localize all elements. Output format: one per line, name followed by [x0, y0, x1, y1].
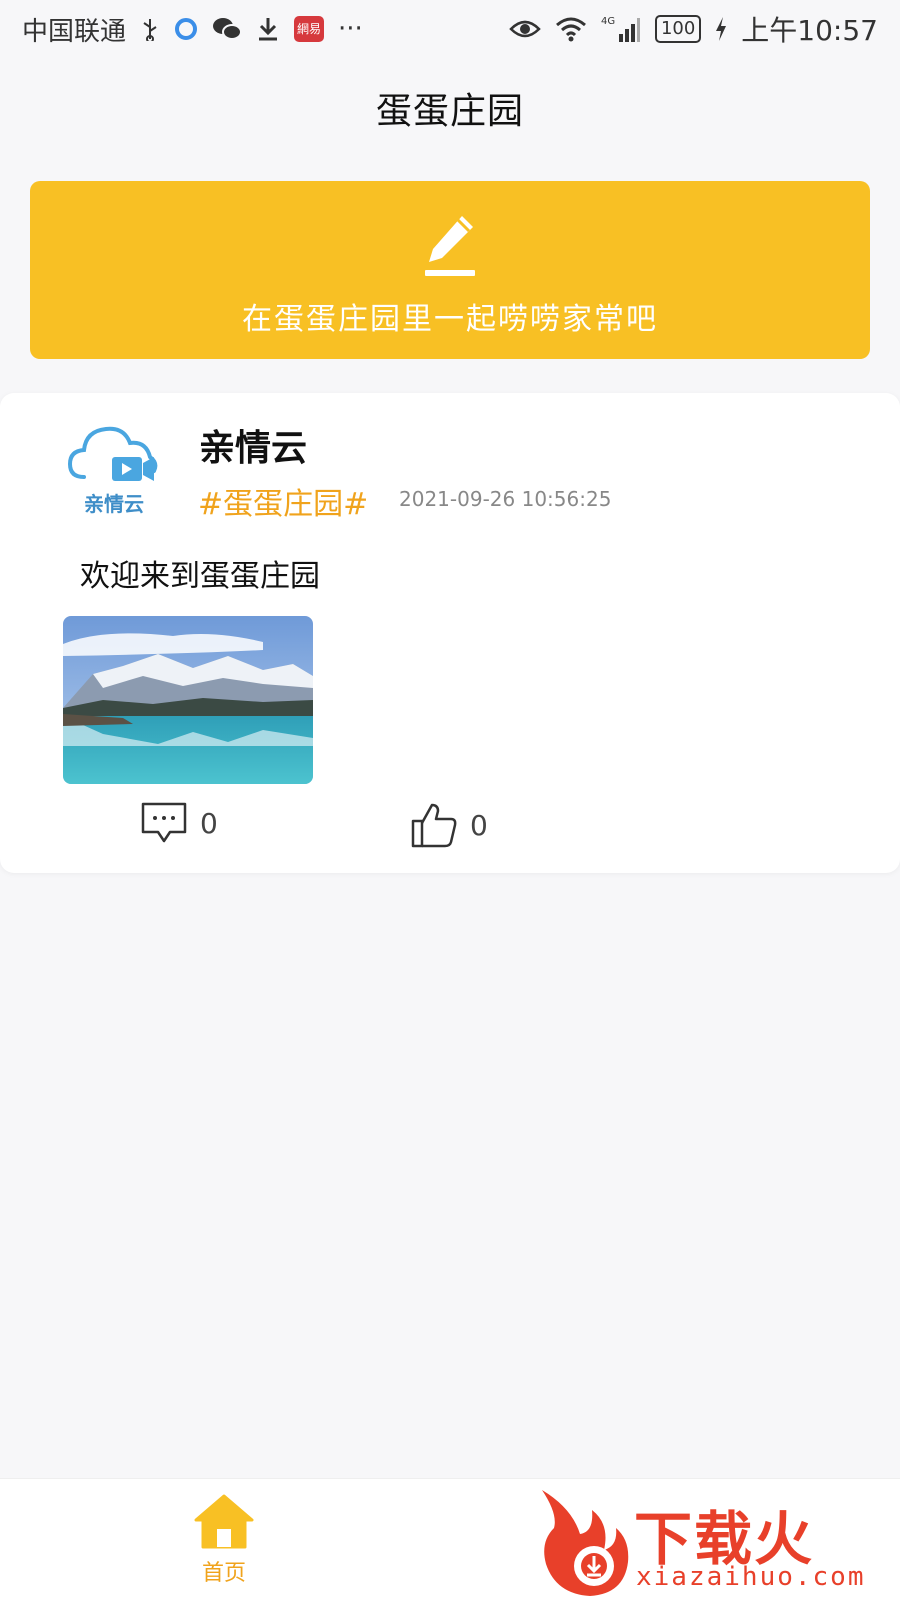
flame-logo-icon [542, 1490, 629, 1596]
author-name[interactable]: 亲情云 [199, 419, 307, 471]
netease-app-icon: 網易 [294, 16, 325, 42]
wifi-icon [555, 16, 587, 42]
page-title: 蛋蛋庄园 [375, 91, 524, 132]
tab-home[interactable]: 首页 [188, 1493, 260, 1587]
charging-icon [715, 17, 727, 41]
status-left: 中国联通 網易 ··· [22, 11, 363, 48]
compose-post-button[interactable]: 在蛋蛋庄园里一起唠唠家常吧 [30, 181, 870, 359]
wechat-icon [212, 16, 243, 42]
usb-icon [140, 17, 160, 41]
post-card[interactable]: 亲情云 亲情云 #蛋蛋庄园# 2021-09-26 10:56:25 欢迎来到蛋… [0, 393, 900, 873]
topic-tag[interactable]: #蛋蛋庄园# [198, 479, 368, 523]
like-button[interactable]: 0 [410, 801, 488, 849]
comment-count: 0 [200, 806, 218, 840]
thumbs-up-icon [411, 803, 457, 848]
carrier-label: 中国联通 [22, 16, 127, 47]
status-right: 4G 100 上午10:57 [509, 9, 878, 49]
comment-icon [141, 802, 187, 843]
more-notifications-icon: ··· [338, 14, 363, 44]
tab-home-label: 首页 [201, 1561, 246, 1586]
nav-bar: 蛋蛋庄园 [0, 58, 900, 158]
post-image[interactable] [63, 616, 313, 784]
pencil-icon [425, 216, 475, 276]
post-content: 欢迎来到蛋蛋庄园 [80, 559, 320, 594]
watermark-url: xiazaihuo.com [636, 1562, 866, 1592]
avatar-logo-text: 亲情云 [84, 492, 144, 516]
battery-level: 100 [660, 18, 696, 39]
like-count: 0 [470, 808, 488, 842]
status-bar: 中国联通 網易 ··· 4G 100 上午10:57 [0, 0, 900, 58]
eye-icon [509, 18, 541, 40]
network-type-label: 4G [601, 16, 615, 27]
download-icon [256, 16, 280, 42]
app-screen: 中国联通 網易 ··· 4G 100 上午10:57 蛋蛋庄园 在蛋蛋庄园里一起… [0, 0, 900, 1600]
signal-icon: 4G [601, 14, 641, 44]
watermark: 下载火 xiazaihuo.com [532, 1484, 900, 1600]
compose-prompt: 在蛋蛋庄园里一起唠唠家常吧 [242, 302, 658, 337]
avatar[interactable]: 亲情云 [66, 419, 162, 519]
home-icon [194, 1494, 254, 1549]
clock: 上午10:57 [741, 14, 878, 47]
comment-button[interactable]: 0 [140, 801, 218, 845]
battery-icon: 100 [654, 15, 702, 43]
post-timestamp: 2021-09-26 10:56:25 [399, 487, 612, 511]
browser-icon [174, 17, 198, 41]
